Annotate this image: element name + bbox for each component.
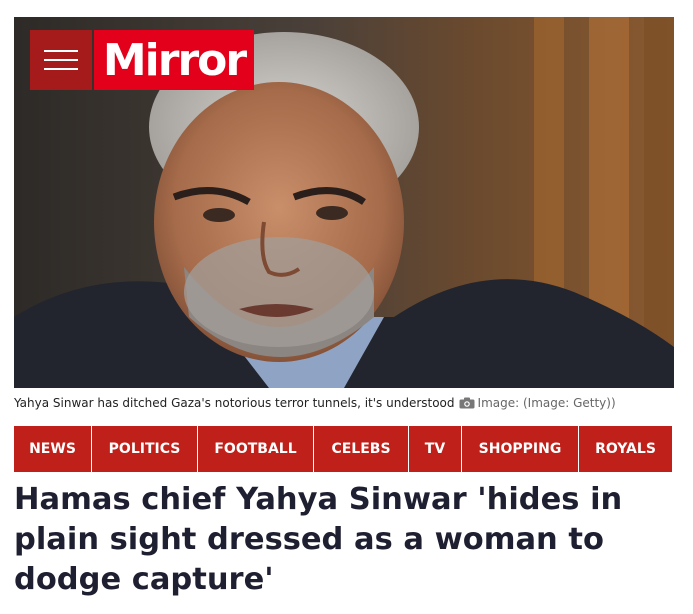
hamburger-icon[interactable] [30, 30, 92, 90]
mirror-logo[interactable]: Mirror [94, 30, 254, 90]
caption-text: Yahya Sinwar has ditched Gaza's notoriou… [14, 396, 455, 410]
nav-item-royals[interactable]: ROYALS [579, 426, 672, 472]
site-header: Mirror [30, 30, 254, 90]
nav-item-tv[interactable]: TV [409, 426, 462, 472]
camera-icon [459, 397, 475, 409]
section-nav: NEWS POLITICS FOOTBALL CELEBS TV SHOPPIN… [14, 426, 672, 472]
nav-item-politics[interactable]: POLITICS [92, 426, 198, 472]
nav-item-football[interactable]: FOOTBALL [198, 426, 314, 472]
nav-item-celebs[interactable]: CELEBS [314, 426, 409, 472]
article-headline: Hamas chief Yahya Sinwar 'hides in plain… [14, 482, 623, 597]
nav-item-news[interactable]: NEWS [14, 426, 92, 472]
nav-item-shopping[interactable]: SHOPPING [462, 426, 579, 472]
image-credit: Image: (Image: Getty)) [477, 396, 616, 410]
image-caption: Yahya Sinwar has ditched Gaza's notoriou… [14, 396, 674, 410]
hero-image: Mirror [14, 17, 674, 388]
